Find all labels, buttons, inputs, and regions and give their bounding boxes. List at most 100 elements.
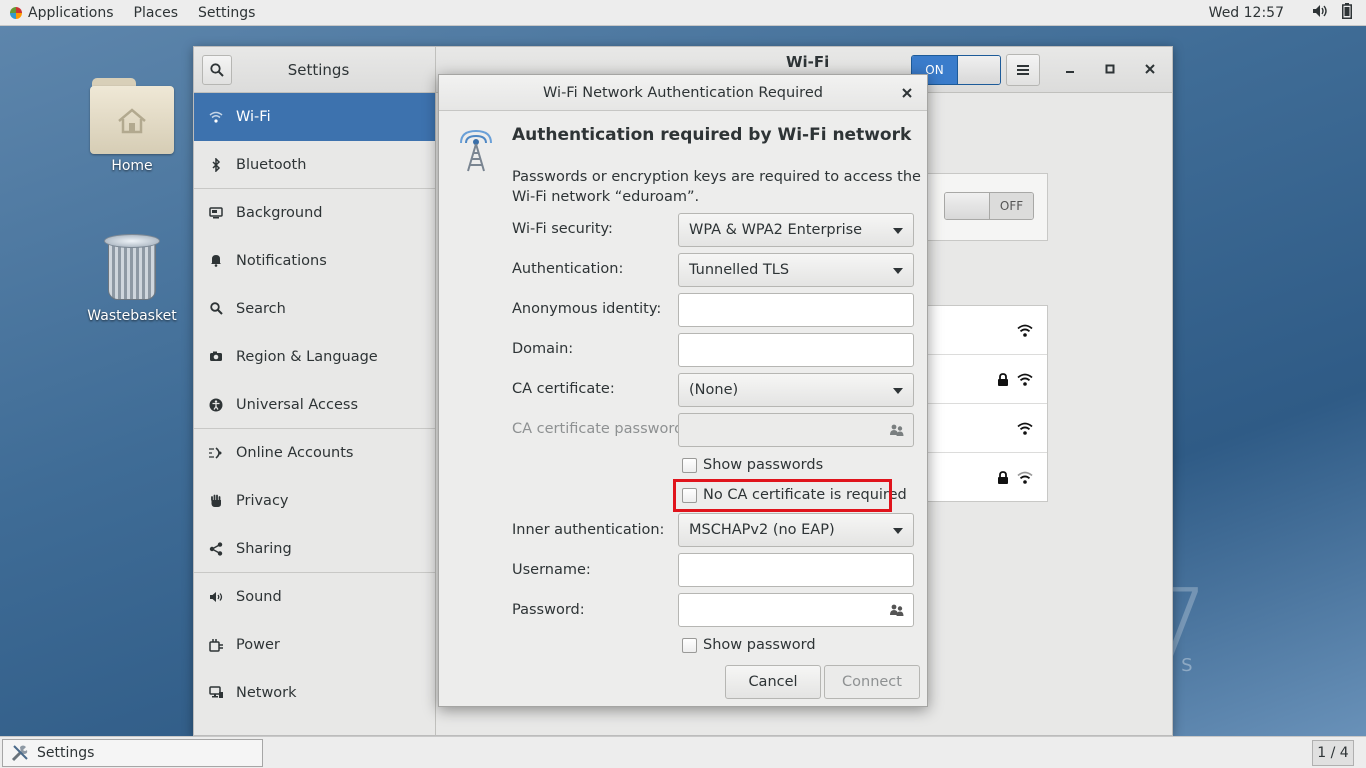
home-label: Home — [111, 158, 153, 174]
ca-password-label: CA certificate password: — [512, 421, 689, 437]
volume-icon[interactable] — [1312, 4, 1328, 22]
sidebar-item-sound[interactable]: Sound — [194, 573, 435, 621]
sidebar-item-label: Privacy — [236, 492, 289, 509]
network-row[interactable] — [921, 453, 1047, 502]
sidebar-item-notifications[interactable]: Notifications — [194, 237, 435, 285]
chevron-down-icon — [893, 268, 903, 274]
sidebar-item-online-accounts[interactable]: Online Accounts — [194, 429, 435, 477]
applications-icon — [10, 6, 22, 19]
close-icon — [1145, 64, 1155, 74]
ca-certificate-combo[interactable]: (None) — [678, 373, 914, 407]
show-passwords-checkbox[interactable] — [682, 457, 697, 473]
settings-sidebar: Wi-Fi Bluetooth Background Notifications… — [194, 93, 436, 735]
password-options-icon[interactable] — [889, 602, 905, 618]
wireless-tower-icon — [460, 129, 492, 172]
wifi-security-value: WPA & WPA2 Enterprise — [689, 222, 863, 238]
applications-menu[interactable]: Applications — [0, 0, 124, 25]
password-options-icon[interactable] — [889, 422, 905, 438]
dialog-titlebar: Wi-Fi Network Authentication Required — [439, 75, 927, 111]
menu-button[interactable] — [1006, 54, 1040, 86]
wifi-security-label: Wi-Fi security: — [512, 221, 613, 237]
settings-title: Settings — [287, 60, 350, 79]
sidebar-item-label: Region & Language — [236, 348, 378, 365]
ca-password-input[interactable] — [678, 413, 914, 447]
sidebar-item-privacy[interactable]: Privacy — [194, 477, 435, 525]
hamburger-icon — [1017, 65, 1029, 75]
battery-icon[interactable] — [1342, 2, 1352, 23]
sidebar-item-wifi[interactable]: Wi-Fi — [194, 93, 435, 141]
wifi-security-combo[interactable]: WPA & WPA2 Enterprise — [678, 213, 914, 247]
settings-label: Settings — [198, 4, 256, 21]
show-passwords-label: Show passwords — [703, 457, 824, 473]
authentication-value: Tunnelled TLS — [689, 262, 790, 278]
highlight-annotation — [673, 479, 892, 512]
authentication-combo[interactable]: Tunnelled TLS — [678, 253, 914, 287]
settings-left-header: Settings — [194, 47, 436, 93]
cancel-button[interactable]: Cancel — [725, 665, 821, 699]
sidebar-item-label: Search — [236, 300, 286, 317]
sidebar-item-sharing[interactable]: Sharing — [194, 525, 435, 573]
sidebar-item-background[interactable]: Background — [194, 189, 435, 237]
show-password-row[interactable]: Show password — [682, 637, 816, 653]
folder-icon — [90, 74, 174, 154]
sidebar-item-label: Wi-Fi — [236, 108, 271, 125]
sidebar-item-label: Online Accounts — [236, 444, 354, 461]
wastebasket-desktop-icon[interactable]: Wastebasket — [82, 228, 182, 324]
settings-menu[interactable]: Settings — [188, 0, 265, 25]
places-label: Places — [133, 4, 179, 21]
inner-authentication-label: Inner authentication: — [512, 522, 665, 538]
anonymous-identity-label: Anonymous identity: — [512, 301, 662, 317]
network-row[interactable] — [921, 355, 1047, 404]
sidebar-item-network[interactable]: Network — [194, 669, 435, 717]
minimize-icon — [1066, 71, 1074, 73]
dialog-close-button[interactable] — [897, 83, 917, 103]
sidebar-item-power[interactable]: Power — [194, 621, 435, 669]
workspace-switcher[interactable]: 1 / 4 — [1312, 740, 1354, 766]
password-input[interactable] — [678, 593, 914, 627]
network-icon — [208, 685, 224, 701]
online-accounts-icon — [208, 445, 224, 461]
authentication-label: Authentication: — [512, 261, 624, 277]
trash-icon — [102, 228, 162, 302]
minimize-button[interactable] — [1060, 59, 1080, 79]
taskbar-settings-label: Settings — [37, 745, 95, 761]
chevron-down-icon — [893, 528, 903, 534]
wifi-signal-icon — [1017, 422, 1033, 435]
search-button[interactable] — [202, 54, 232, 85]
wifi-signal-weak-icon — [1017, 471, 1033, 484]
wifi-icon — [208, 109, 224, 125]
show-password-label: Show password — [703, 637, 816, 653]
inner-authentication-combo[interactable]: MSCHAPv2 (no EAP) — [678, 513, 914, 547]
ca-certificate-value: (None) — [689, 382, 739, 398]
chevron-down-icon — [893, 228, 903, 234]
places-menu[interactable]: Places — [124, 0, 189, 25]
sidebar-item-bluetooth[interactable]: Bluetooth — [194, 141, 435, 189]
sidebar-item-label: Universal Access — [236, 396, 359, 413]
maximize-button[interactable] — [1100, 59, 1120, 79]
clock[interactable]: Wed 12:57 — [1209, 5, 1284, 21]
sidebar-item-universal-access[interactable]: Universal Access — [194, 381, 435, 429]
dialog-description: Passwords or encryption keys are require… — [512, 169, 921, 205]
anonymous-identity-input[interactable] — [678, 293, 914, 327]
connect-button[interactable]: Connect — [824, 665, 920, 699]
hand-icon — [208, 493, 224, 509]
network-row[interactable] — [921, 306, 1047, 355]
wifi-auth-dialog: Wi-Fi Network Authentication Required Au… — [438, 74, 928, 707]
wastebasket-label: Wastebasket — [87, 308, 177, 324]
sidebar-item-region-language[interactable]: Region & Language — [194, 333, 435, 381]
show-passwords-row[interactable]: Show passwords — [682, 457, 823, 473]
show-password-checkbox[interactable] — [682, 637, 697, 653]
sidebar-item-label: Notifications — [236, 252, 327, 269]
home-desktop-icon[interactable]: Home — [82, 74, 182, 174]
username-input[interactable] — [678, 553, 914, 587]
camera-icon — [208, 349, 224, 365]
sidebar-item-label: Sound — [236, 588, 282, 605]
speaker-icon — [208, 589, 224, 605]
wifi-signal-icon — [1017, 324, 1033, 337]
close-window-button[interactable] — [1140, 59, 1160, 79]
network-row[interactable] — [921, 404, 1047, 453]
domain-input[interactable] — [678, 333, 914, 367]
taskbar-settings-item[interactable]: Settings — [2, 739, 263, 767]
airplane-mode-switch[interactable]: OFF — [944, 192, 1034, 220]
sidebar-item-search[interactable]: Search — [194, 285, 435, 333]
